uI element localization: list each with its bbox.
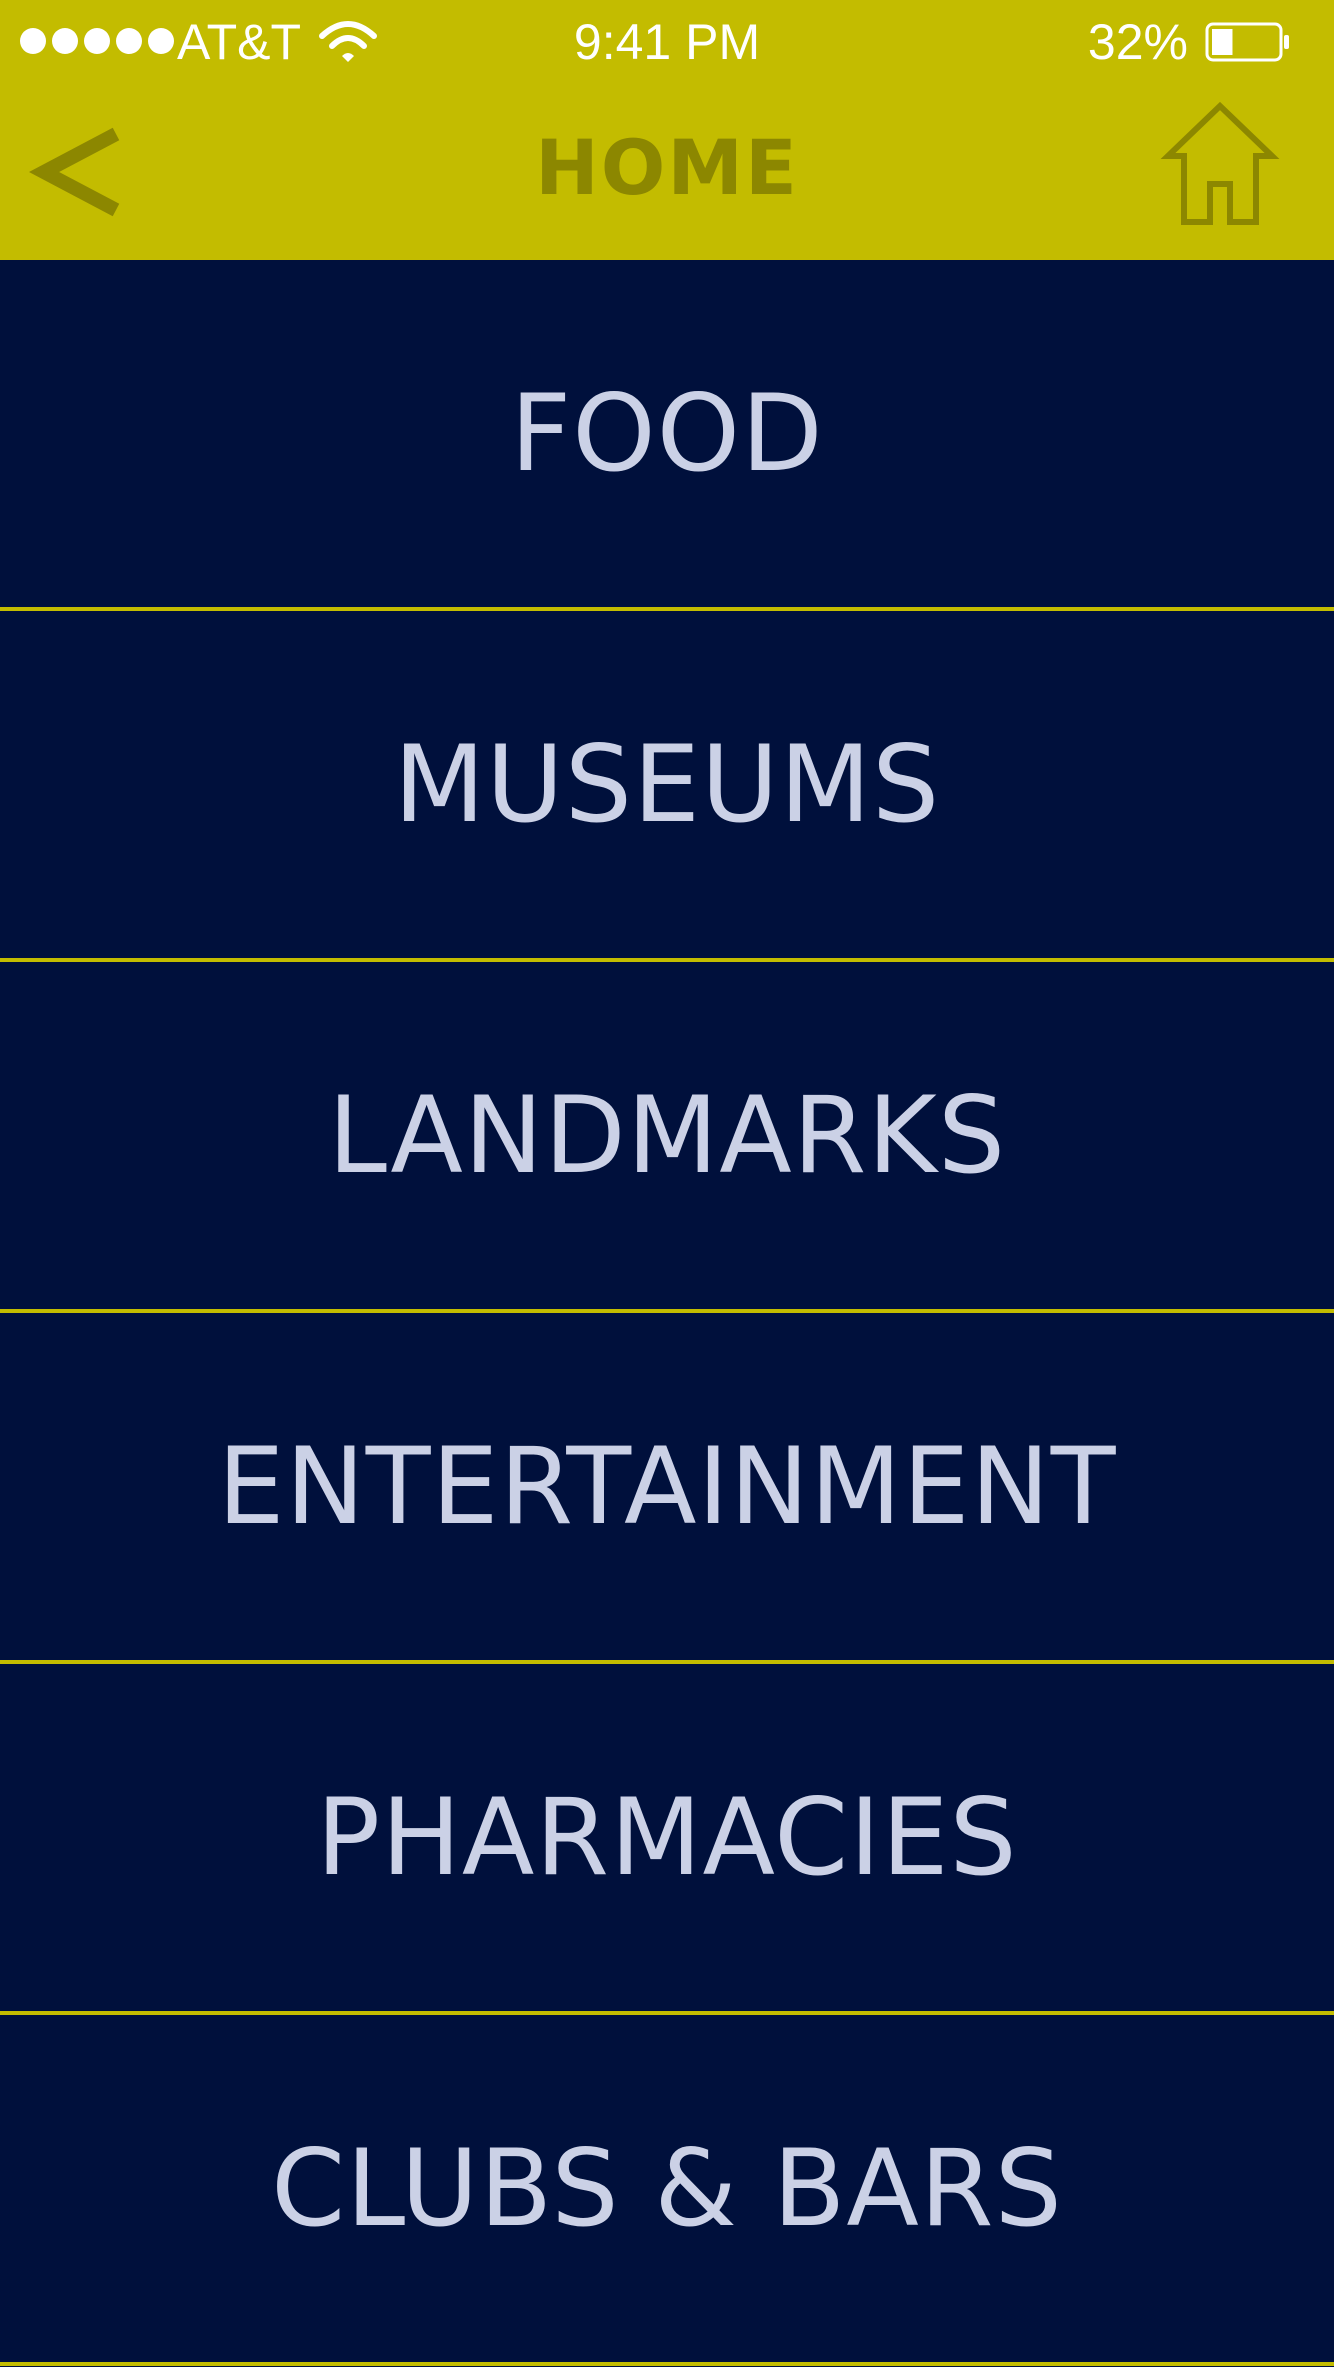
home-button[interactable] xyxy=(1160,98,1280,228)
menu-item-label: LANDMARKS xyxy=(327,1073,1007,1197)
menu-item-label: PHARMACIES xyxy=(316,1775,1018,1899)
menu-item-landmarks[interactable]: LANDMARKS xyxy=(0,962,1334,1313)
home-icon xyxy=(1160,101,1280,225)
battery-icon xyxy=(1205,22,1289,62)
status-bar: AT&T 9:41 PM 32% xyxy=(0,0,1334,84)
menu-item-label: CLUBS & BARS xyxy=(271,2126,1063,2250)
menu-item-label: MUSEUMS xyxy=(393,722,941,846)
menu-item-label: ENTERTAINMENT xyxy=(217,1424,1117,1548)
category-menu: FOOD MUSEUMS LANDMARKS ENTERTAINMENT PHA… xyxy=(0,260,1334,2366)
page-title: HOME xyxy=(535,123,799,212)
battery-percentage: 32% xyxy=(1087,14,1188,70)
menu-item-entertainment[interactable]: ENTERTAINMENT xyxy=(0,1313,1334,1664)
top-bar: AT&T 9:41 PM 32% HOME xyxy=(0,0,1334,260)
menu-item-museums[interactable]: MUSEUMS xyxy=(0,611,1334,962)
navigation-bar: HOME xyxy=(0,84,1334,260)
menu-item-food[interactable]: FOOD xyxy=(0,260,1334,611)
menu-item-clubs-and-bars[interactable]: CLUBS & BARS xyxy=(0,2015,1334,2366)
menu-item-label: FOOD xyxy=(510,371,824,495)
menu-item-pharmacies[interactable]: PHARMACIES xyxy=(0,1664,1334,2015)
